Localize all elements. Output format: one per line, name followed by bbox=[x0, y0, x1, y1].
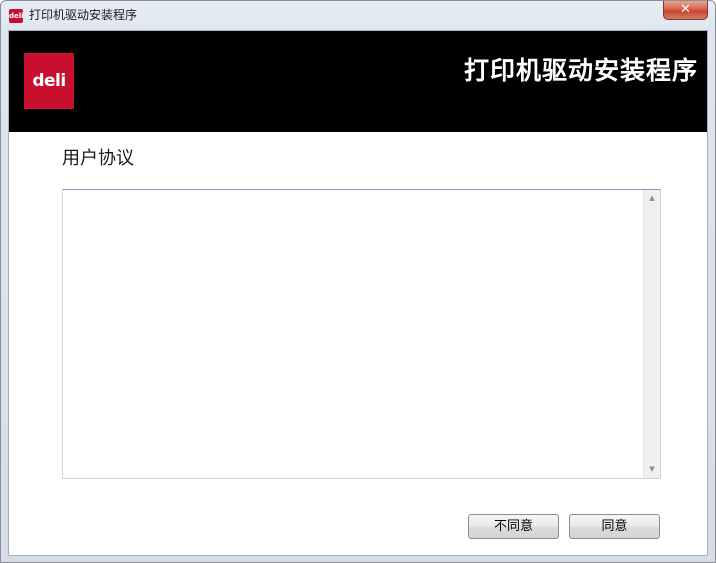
agree-button[interactable]: 同意 bbox=[569, 514, 660, 539]
title-bar[interactable]: deli 打印机驱动安装程序 ✕ bbox=[1, 1, 715, 30]
scroll-down-arrow-icon[interactable]: ▼ bbox=[644, 461, 660, 478]
close-button[interactable]: ✕ bbox=[663, 1, 708, 20]
client-area: deli 打印机驱动安装程序 用户协议 ▲ ▼ 不同意 同意 bbox=[8, 30, 708, 556]
deli-app-icon: deli bbox=[9, 9, 24, 23]
banner-title: 打印机驱动安装程序 bbox=[463, 56, 698, 85]
installer-window: deli 打印机驱动安装程序 ✕ deli 打印机驱动安装程序 用户协议 ▲ ▼… bbox=[0, 0, 716, 563]
scroll-up-arrow-icon[interactable]: ▲ bbox=[644, 190, 660, 207]
vertical-scrollbar[interactable]: ▲ ▼ bbox=[643, 190, 660, 478]
window-title: 打印机驱动安装程序 bbox=[29, 8, 138, 22]
logo-text: deli bbox=[32, 71, 66, 91]
deli-logo: deli bbox=[24, 53, 74, 109]
header-banner: deli 打印机驱动安装程序 bbox=[9, 31, 707, 132]
disagree-button[interactable]: 不同意 bbox=[468, 514, 559, 539]
agreement-text bbox=[67, 194, 637, 474]
close-icon: ✕ bbox=[680, 2, 691, 17]
agreement-heading: 用户协议 bbox=[62, 148, 134, 169]
agreement-textbox[interactable]: ▲ ▼ bbox=[62, 189, 661, 479]
